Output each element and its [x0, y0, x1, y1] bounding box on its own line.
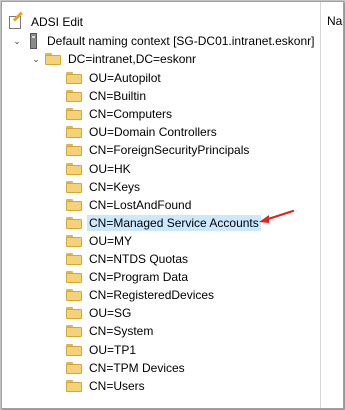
tree-item-label: CN=System — [89, 324, 154, 338]
console-tree: ADSI Edit ⌄ Default naming context [SG-D… — [2, 2, 320, 408]
tree-item[interactable]: OU=MY — [66, 232, 134, 250]
tree-item[interactable]: CN=ForeignSecurityPrincipals — [66, 141, 251, 159]
tree-item-label: OU=Domain Controllers — [89, 125, 217, 139]
tree-item[interactable]: CN=Users — [66, 377, 147, 395]
folder-icon — [66, 108, 82, 120]
tree-item[interactable]: OU=Autopilot — [66, 69, 163, 87]
tree-item-label: OU=HK — [89, 162, 131, 176]
server-icon — [28, 33, 38, 49]
tree-item[interactable]: CN=System — [66, 322, 155, 340]
details-pane: Na — [321, 2, 343, 408]
tree-item[interactable]: OU=TP1 — [66, 341, 138, 359]
tree-item-label: CN=LostAndFound — [89, 198, 192, 212]
tree-item[interactable]: CN=RegisteredDevices — [66, 286, 216, 304]
annotation-arrow-icon — [259, 209, 295, 223]
tree-item-label: CN=NTDS Quotas — [89, 252, 189, 266]
tree-root-label: ADSI Edit — [31, 15, 84, 29]
tree-item[interactable]: CN=Program Data — [66, 268, 190, 286]
folder-icon — [66, 217, 82, 229]
tree-item[interactable]: CN=Computers — [66, 105, 174, 123]
tree-item-label: CN=TPM Devices — [89, 361, 185, 375]
tree-item-label: CN=ForeignSecurityPrincipals — [89, 143, 250, 157]
folder-icon — [66, 126, 82, 138]
tree-item-label: OU=TP1 — [89, 343, 137, 357]
tree-item[interactable]: CN=LostAndFound — [66, 196, 193, 214]
tree-node-default-naming-context[interactable]: ⌄ Default naming context [SG-DC01.intran… — [12, 32, 316, 50]
adsi-edit-icon — [8, 11, 24, 30]
tree-item[interactable]: OU=HK — [66, 160, 133, 178]
chevron-down-icon[interactable]: ⌄ — [12, 36, 22, 46]
folder-icon — [66, 362, 82, 374]
tree-item[interactable]: CN=Keys — [66, 178, 142, 196]
tree-root-adsi-edit[interactable]: ADSI Edit — [8, 11, 85, 31]
tree-item-label: CN=RegisteredDevices — [89, 288, 215, 302]
adsi-edit-window: ADSI Edit ⌄ Default naming context [SG-D… — [1, 1, 344, 409]
folder-icon — [66, 90, 82, 102]
chevron-down-icon[interactable]: ⌄ — [31, 54, 41, 64]
folder-icon — [66, 307, 82, 319]
name-column-header[interactable]: Na — [327, 14, 342, 28]
tree-item-label: CN=Program Data — [89, 270, 189, 284]
folder-icon — [66, 163, 82, 175]
folder-icon — [66, 344, 82, 356]
folder-icon — [66, 235, 82, 247]
folder-icon — [66, 380, 82, 392]
folder-icon — [66, 271, 82, 283]
folder-icon — [66, 199, 82, 211]
tree-node-label: Default naming context [SG-DC01.intranet… — [47, 34, 315, 48]
folder-icon — [66, 181, 82, 193]
folder-icon — [66, 253, 82, 265]
tree-item-label: CN=Builtin — [89, 89, 147, 103]
tree-item-label: OU=MY — [89, 234, 133, 248]
folder-icon — [66, 289, 82, 301]
tree-item[interactable]: CN=TPM Devices — [66, 359, 187, 377]
tree-item-label: OU=Autopilot — [89, 71, 161, 85]
tree-item-label: CN=Users — [89, 379, 145, 393]
tree-item-label: CN=Managed Service Accounts — [87, 215, 261, 231]
tree-item[interactable]: CN=Builtin — [66, 87, 148, 105]
tree-item[interactable]: OU=Domain Controllers — [66, 123, 219, 141]
folder-icon — [45, 53, 61, 65]
tree-item-label: OU=SG — [89, 306, 132, 320]
tree-node-domain[interactable]: ⌄ DC=intranet,DC=eskonr — [31, 50, 198, 68]
tree-item[interactable]: CN=NTDS Quotas — [66, 250, 190, 268]
folder-icon — [66, 144, 82, 156]
tree-item[interactable]: CN=Managed Service Accounts — [66, 214, 261, 232]
tree-item-label: CN=Computers — [89, 107, 173, 121]
folder-icon — [66, 325, 82, 337]
tree-item[interactable]: OU=SG — [66, 304, 133, 322]
tree-item-label: CN=Keys — [89, 180, 141, 194]
folder-icon — [66, 72, 82, 84]
tree-node-label: DC=intranet,DC=eskonr — [68, 52, 197, 66]
